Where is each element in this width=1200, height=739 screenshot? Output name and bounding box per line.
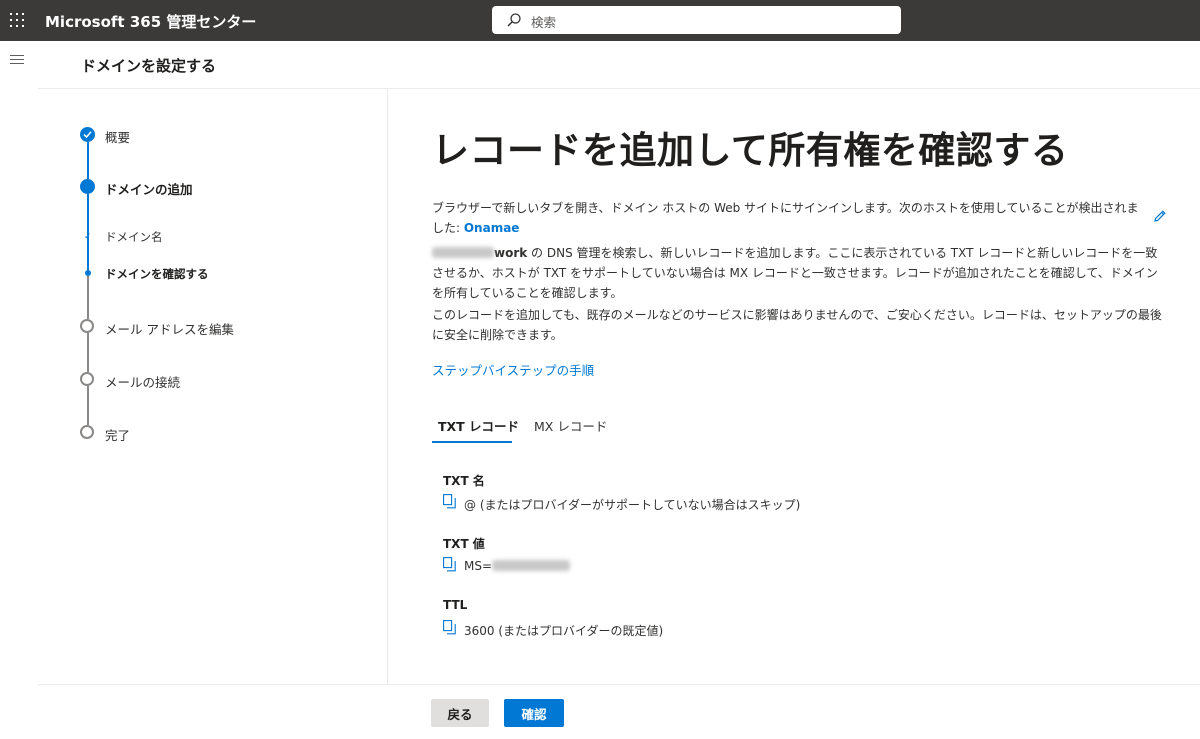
txt-value-label: TXT 値: [443, 537, 485, 551]
hamburger-icon[interactable]: [10, 55, 24, 65]
step-connector: [87, 333, 89, 372]
txt-name-label: TXT 名: [443, 474, 485, 488]
step-overview: 概要: [105, 130, 131, 145]
tab-txt-record[interactable]: TXT レコード: [438, 416, 519, 435]
step-finish: 完了: [105, 428, 131, 443]
substep-current-marker: [85, 270, 91, 276]
vertical-divider: [387, 89, 388, 684]
back-button[interactable]: 戻る: [431, 699, 489, 727]
top-bar: Microsoft 365 管理センター 検索: [0, 0, 1200, 41]
domain-suffix: work: [494, 246, 528, 260]
ttl-value: 3600 (またはプロバイダーの既定値): [464, 624, 664, 638]
step-by-step-link[interactable]: ステップバイステップの手順: [432, 360, 594, 379]
step-pending-circle: [80, 425, 94, 439]
dns-instruction-paragraph: work の DNS 管理を検索し、新しいレコードを追加します。ここに表示されて…: [432, 243, 1167, 303]
substep-checkmark-icon: ✓: [84, 232, 92, 242]
header-divider: [38, 88, 1200, 89]
search-icon: [507, 13, 521, 27]
step-pending-circle: [80, 319, 94, 333]
detected-host: Onamae: [463, 221, 520, 235]
substep-domain-name: ドメイン名: [105, 230, 163, 244]
page-heading: レコードを追加して所有権を確認する: [432, 129, 1069, 172]
app-launcher-waffle-icon[interactable]: [10, 13, 24, 27]
edit-pencil-icon[interactable]: [1153, 209, 1167, 223]
search-placeholder: 検索: [531, 15, 557, 30]
intro-text: ブラウザーで新しいタブを開き、ドメイン ホストの Web サイトにサインインしま…: [432, 201, 1139, 235]
step-connector: [87, 276, 89, 319]
intro-paragraph: ブラウザーで新しいタブを開き、ドメイン ホストの Web サイトにサインインしま…: [432, 198, 1147, 238]
tab-mx-record[interactable]: MX レコード: [534, 416, 607, 435]
search-box[interactable]: 検索: [492, 6, 901, 34]
step-current-marker: [80, 179, 95, 194]
redacted-txt-value: [492, 560, 571, 571]
app-title[interactable]: Microsoft 365 管理センター: [45, 11, 256, 32]
step-connector: [87, 386, 89, 425]
step-completed-checkmark-icon: [80, 127, 95, 142]
redacted-domain: [432, 247, 494, 258]
dns-instruction-text: の DNS 管理を検索し、新しいレコードを追加します。ここに表示されている TX…: [432, 246, 1158, 300]
txt-value-value: MS=: [464, 559, 571, 573]
substep-verify-domain: ドメインを確認する: [105, 267, 209, 281]
copy-icon[interactable]: [443, 494, 456, 509]
step-add-domain: ドメインの追加: [105, 182, 193, 197]
confirm-button[interactable]: 確認: [504, 699, 564, 727]
ttl-label: TTL: [443, 598, 468, 612]
step-connect-email: メールの接続: [105, 375, 181, 390]
copy-icon[interactable]: [443, 620, 456, 635]
copy-icon[interactable]: [443, 557, 456, 572]
txt-name-value: @ (またはプロバイダーがサポートしていない場合はスキップ): [464, 498, 801, 512]
step-edit-email: メール アドレスを編集: [105, 322, 234, 337]
reassurance-paragraph: このレコードを追加しても、既存のメールなどのサービスに影響はありませんので、ご安…: [432, 308, 1162, 342]
txt-value-prefix: MS=: [464, 559, 493, 573]
footer-divider: [38, 684, 1200, 685]
step-connector: [87, 142, 89, 179]
step-pending-circle: [80, 372, 94, 386]
panel-title: ドメインを設定する: [81, 57, 217, 75]
selected-tab-indicator: [432, 441, 512, 443]
